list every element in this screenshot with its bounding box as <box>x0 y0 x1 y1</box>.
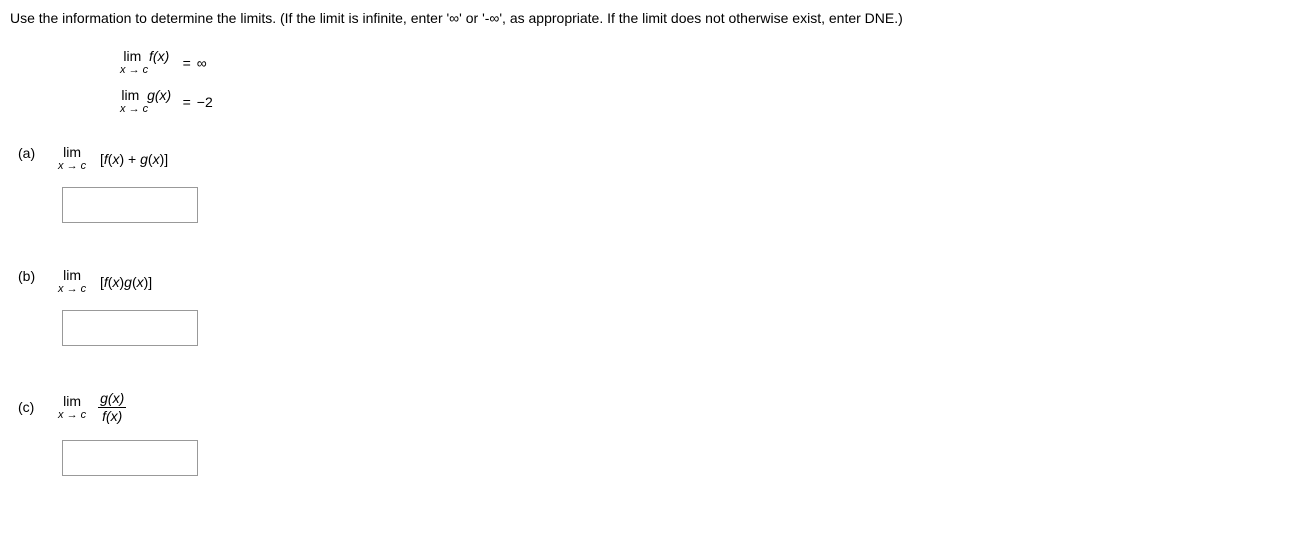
limit-notation: lim x → c <box>58 394 86 421</box>
lim-label: lim g(x) <box>121 88 171 102</box>
part-b-expression: lim x → c [f(x)g(x)] <box>58 268 152 295</box>
lim-label: lim <box>63 268 81 282</box>
part-b-label: (b) <box>10 268 58 284</box>
part-a-expression: lim x → c [f(x) + g(x)] <box>58 145 168 172</box>
expression-c: g(x) f(x) <box>96 391 128 425</box>
limit-notation: lim x → c <box>58 268 86 295</box>
expression-b: [f(x)g(x)] <box>96 274 152 290</box>
limit-notation: lim f(x) x → c <box>120 49 173 76</box>
question-instructions: Use the information to determine the lim… <box>10 8 1304 29</box>
equals-sign: = <box>183 94 191 110</box>
lim-label: lim <box>63 145 81 159</box>
lim-approach: x → c <box>120 104 173 115</box>
given-limit-g: lim g(x) x → c = −2 <box>120 88 1304 115</box>
lim-label: lim <box>63 394 81 408</box>
part-c-expression: lim x → c g(x) f(x) <box>58 391 128 425</box>
part-c-label: (c) <box>10 391 58 415</box>
limit-notation: lim x → c <box>58 145 86 172</box>
part-a-label: (a) <box>10 145 58 161</box>
lim-approach: x → c <box>58 161 86 172</box>
fraction-numerator: g(x) <box>96 391 128 407</box>
fraction-denominator: f(x) <box>98 407 126 424</box>
part-c: (c) lim x → c g(x) f(x) <box>10 391 1304 476</box>
answer-input-a[interactable] <box>62 187 198 223</box>
expression-a: [f(x) + g(x)] <box>96 151 168 167</box>
limit-value-g: −2 <box>197 94 213 110</box>
lim-approach: x → c <box>58 410 86 421</box>
lim-label: lim f(x) <box>123 49 169 63</box>
given-limits: lim f(x) x → c = ∞ lim g(x) x → c = −2 <box>120 49 1304 115</box>
answer-input-c[interactable] <box>62 440 198 476</box>
lim-approach: x → c <box>120 65 173 76</box>
answer-input-b[interactable] <box>62 310 198 346</box>
equals-sign: = <box>183 55 191 71</box>
lim-approach: x → c <box>58 284 86 295</box>
fraction: g(x) f(x) <box>96 391 128 425</box>
part-b: (b) lim x → c [f(x)g(x)] <box>10 268 1304 346</box>
part-a: (a) lim x → c [f(x) + g(x)] <box>10 145 1304 223</box>
limit-value-f: ∞ <box>197 55 207 71</box>
limit-notation: lim g(x) x → c <box>120 88 173 115</box>
given-limit-f: lim f(x) x → c = ∞ <box>120 49 1304 76</box>
